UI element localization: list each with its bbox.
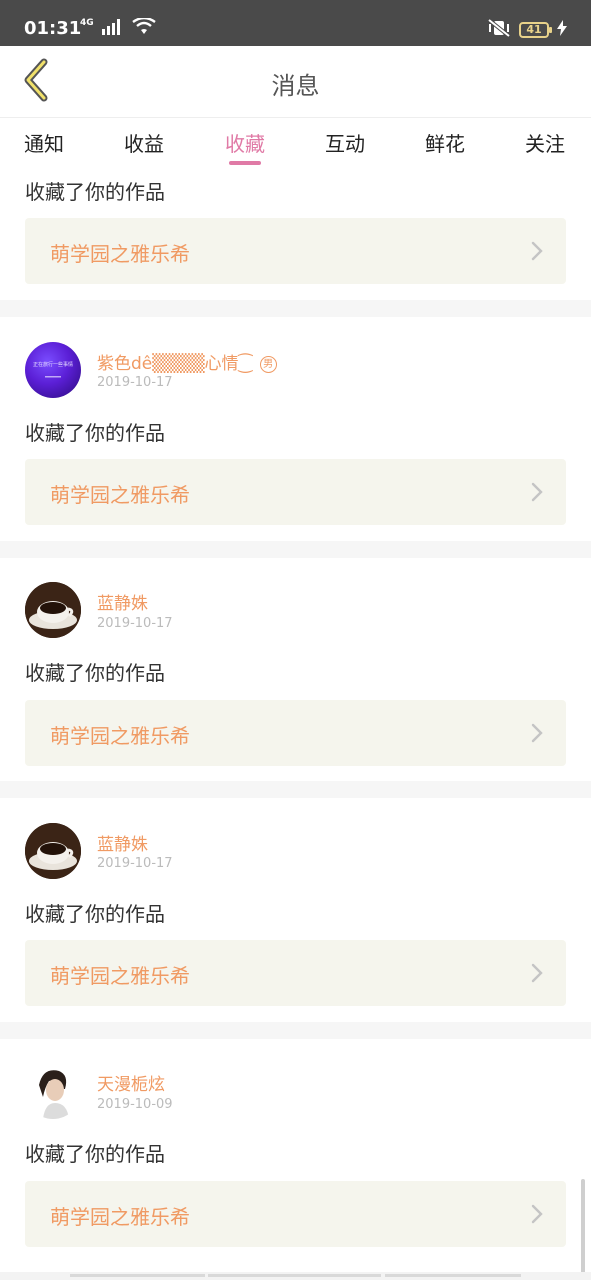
favorites-feed: 收藏了你的作品 萌学园之雅乐希 正在旅行一些事情 紫色dê▒▒▒▒心情⁐ 男 2… [0, 166, 591, 1280]
item-date: 2019-10-17 [97, 375, 173, 390]
divider [70, 1274, 205, 1277]
item-date: 2019-10-17 [97, 856, 173, 871]
item-date: 2019-10-17 [97, 616, 173, 631]
avatar[interactable] [25, 823, 81, 879]
work-title: 萌学园之雅乐希 [50, 964, 190, 988]
chevron-right-icon [530, 962, 544, 984]
tab-flowers[interactable]: 鲜花 [425, 128, 465, 157]
action-text: 收藏了你的作品 [25, 661, 165, 685]
item-separator [0, 300, 591, 317]
avatar[interactable]: 正在旅行一些事情 [25, 342, 81, 398]
charging-icon [557, 20, 567, 40]
divider [385, 1274, 521, 1277]
work-card[interactable]: 萌学园之雅乐希 [25, 940, 566, 1006]
chevron-right-icon [530, 1203, 544, 1225]
chevron-right-icon [530, 240, 544, 262]
chevron-right-icon [530, 481, 544, 503]
avatar-caption: 正在旅行一些事情 [33, 361, 73, 368]
action-text: 收藏了你的作品 [25, 902, 165, 926]
tab-bar: 通知 收益 收藏 互动 鲜花 关注 [0, 118, 591, 166]
work-title: 萌学园之雅乐希 [50, 1205, 190, 1229]
work-title: 萌学园之雅乐希 [50, 242, 190, 266]
avatar[interactable] [25, 582, 81, 638]
tab-favorites[interactable]: 收藏 [225, 128, 265, 157]
tab-indicator [229, 161, 261, 165]
item-separator [0, 1022, 591, 1039]
action-text: 收藏了你的作品 [25, 421, 165, 445]
item-date: 2019-10-09 [97, 1097, 173, 1112]
network-type: 4G [80, 18, 94, 28]
status-bar: 01:31 4G 41 [0, 0, 591, 46]
scrollbar[interactable] [581, 1179, 585, 1275]
status-network: 4G [80, 16, 156, 40]
user-name[interactable]: 紫色dê▒▒▒▒心情⁐ 男 [97, 349, 277, 374]
tab-earnings[interactable]: 收益 [124, 128, 164, 157]
gender-badge: 男 [259, 355, 277, 373]
user-name-text: 紫色dê▒▒▒▒心情⁐ [97, 354, 253, 374]
wifi-icon [131, 16, 156, 40]
tab-interactions[interactable]: 互动 [325, 128, 365, 157]
work-card[interactable]: 萌学园之雅乐希 [25, 459, 566, 525]
coffee-cup-icon [25, 582, 81, 638]
user-name[interactable]: 天漫栀炫 [97, 1070, 165, 1095]
work-card[interactable]: 萌学园之雅乐希 [25, 1181, 566, 1247]
signal-icon [101, 19, 124, 39]
coffee-cup-icon [25, 823, 81, 879]
user-name[interactable]: 蓝静姝 [97, 830, 148, 855]
action-text: 收藏了你的作品 [25, 1142, 165, 1166]
work-card[interactable]: 萌学园之雅乐希 [25, 700, 566, 766]
work-card[interactable]: 萌学园之雅乐希 [25, 218, 566, 284]
vibrate-icon [487, 18, 511, 42]
avatar[interactable] [25, 1063, 81, 1119]
page-title: 消息 [271, 72, 320, 100]
tab-notifications[interactable]: 通知 [24, 128, 64, 157]
divider [208, 1274, 381, 1277]
item-separator [0, 541, 591, 558]
action-text: 收藏了你的作品 [25, 180, 165, 204]
tab-following[interactable]: 关注 [525, 128, 565, 157]
battery-icon: 41 [519, 22, 552, 38]
bottom-edge [0, 1272, 591, 1280]
title-bar: 消息 [0, 46, 591, 118]
chevron-right-icon [530, 722, 544, 744]
status-right: 41 [487, 18, 567, 42]
work-title: 萌学园之雅乐希 [50, 483, 190, 507]
item-separator [0, 781, 591, 798]
portrait-icon [25, 1063, 81, 1119]
status-time: 01:31 [24, 18, 82, 39]
work-title: 萌学园之雅乐希 [50, 724, 190, 748]
avatar-image: 正在旅行一些事情 [33, 361, 73, 378]
user-name[interactable]: 蓝静姝 [97, 589, 148, 614]
